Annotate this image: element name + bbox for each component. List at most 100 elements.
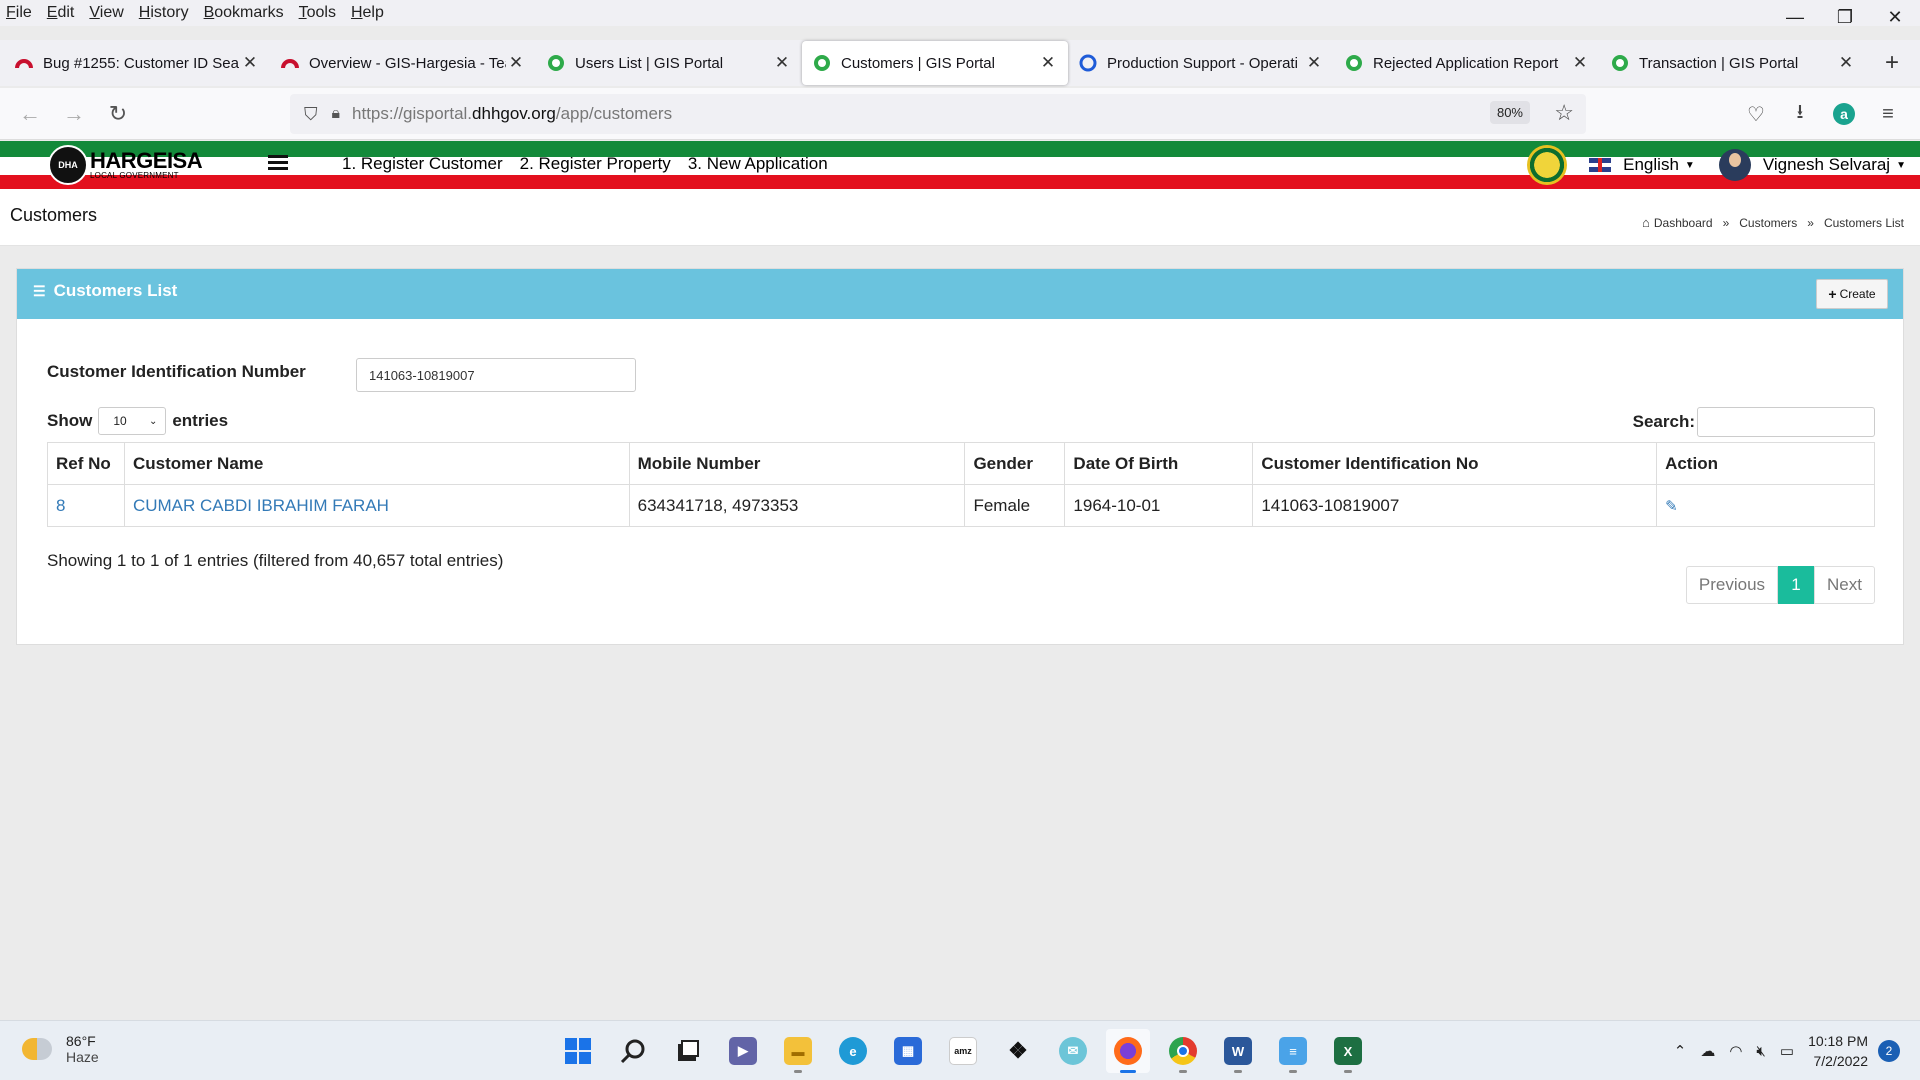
start-icon[interactable] [556,1029,600,1073]
close-tab-icon[interactable]: ✕ [1570,53,1590,73]
breadcrumb-customers[interactable]: Customers [1739,216,1797,230]
tab-title: Transaction | GIS Portal [1639,54,1799,72]
avatar[interactable] [1718,149,1751,181]
minimize-icon[interactable]: — [1770,0,1820,34]
zoom-level[interactable]: 80% [1489,101,1530,124]
tab-customers[interactable]: Customers | GIS Portal ✕ [802,41,1068,85]
search-icon[interactable] [611,1029,655,1073]
col-mobile-number[interactable]: Mobile Number [628,442,966,485]
mail-app-icon[interactable]: ✉ [1051,1029,1095,1073]
pocket-icon[interactable]: ♡ [1734,94,1778,134]
restore-icon[interactable]: ❐ [1820,0,1870,34]
menu-edit[interactable]: Edit [47,4,75,22]
tab-production-support[interactable]: Production Support - Operati ✕ [1068,41,1334,85]
logo-title: HARGEISA [90,148,203,173]
hargeisa-logo[interactable]: DHA HARGEISA LOCAL GOVERNMENT [48,145,203,185]
page-length-select[interactable]: 10 ⌄ [98,407,167,435]
menu-tools[interactable]: Tools [299,4,336,22]
close-tab-icon[interactable]: ✕ [1304,53,1324,73]
menu-file[interactable]: File [6,4,32,22]
language-dropdown[interactable]: English [1623,155,1679,175]
customers-table: Ref No Customer Name Mobile Number Gende… [47,442,1875,527]
edit-icon[interactable]: ✎ [1665,498,1678,515]
close-tab-icon[interactable]: ✕ [240,53,260,73]
back-icon[interactable]: ← [8,94,52,134]
bookmark-star-icon[interactable]: ☆ [1554,100,1574,126]
close-window-icon[interactable]: ✕ [1870,0,1920,34]
close-tab-icon[interactable]: ✕ [772,53,792,73]
search-label: Search: [1632,412,1695,431]
previous-button[interactable]: Previous [1685,566,1779,604]
nav-register-customer[interactable]: 1. Register Customer [342,154,503,174]
nav-new-application[interactable]: 3. New Application [688,154,828,174]
notification-badge[interactable]: 2 [1878,1040,1900,1062]
forward-icon[interactable]: → [52,94,96,134]
reload-icon[interactable]: ↻ [96,94,140,134]
download-icon[interactable]: ⭳ [1778,94,1822,134]
close-tab-icon[interactable]: ✕ [506,53,526,73]
caret-down-icon: ▼ [1896,159,1906,171]
gis-portal-icon [812,53,832,73]
next-button[interactable]: Next [1814,566,1875,604]
extension-icon[interactable]: a [1822,94,1866,134]
cell-customer-name[interactable]: CUMAR CABDI IBRAHIM FARAH [123,484,630,527]
firefox-icon[interactable] [1106,1029,1150,1073]
chrome-icon[interactable] [1161,1029,1205,1073]
close-tab-icon[interactable]: ✕ [1038,53,1058,73]
store-icon[interactable]: ▦ [886,1029,930,1073]
new-tab-icon[interactable]: + [1872,49,1912,77]
nav-register-property[interactable]: 2. Register Property [520,154,671,174]
battery-icon[interactable]: ▭ [1780,1042,1794,1060]
menu-history[interactable]: History [139,4,189,22]
notepad-icon[interactable]: ≡ [1271,1029,1315,1073]
url-bar[interactable]: ⛉ 🔒︎ https://gisportal. dhhgov.org/app/cu… [290,94,1586,134]
card-title-text: Customers List [53,281,178,300]
menu-help[interactable]: Help [351,4,384,22]
excel-icon[interactable]: X [1326,1029,1370,1073]
url-path: /app/customers [555,104,673,123]
menu-bookmarks[interactable]: Bookmarks [204,4,284,22]
word-icon[interactable]: W [1216,1029,1260,1073]
tab-transaction[interactable]: Transaction | GIS Portal ✕ [1600,41,1866,85]
lock-icon[interactable]: 🔒︎ [332,105,341,123]
onedrive-icon[interactable]: ☁ [1700,1042,1715,1060]
search-input[interactable] [1697,407,1875,437]
tab-bug-1255[interactable]: Bug #1255: Customer ID Searc ✕ [4,41,270,85]
dropbox-icon[interactable]: ❖ [996,1029,1040,1073]
tab-title: Production Support - Operati [1107,54,1298,72]
breadcrumb-customers-list: Customers List [1823,215,1904,230]
page-length-control: Show 10 ⌄ entries [47,407,228,435]
user-menu[interactable]: Vignesh Selvaraj [1763,155,1890,175]
task-view-icon[interactable] [666,1029,710,1073]
sidebar-toggle-icon[interactable] [268,155,288,173]
col-customer-name[interactable]: Customer Name [123,442,630,485]
chevron-up-icon[interactable]: ⌃ [1674,1042,1687,1060]
breadcrumb-dashboard[interactable]: Dashboard [1654,216,1713,230]
file-explorer-icon[interactable]: ▬ [776,1029,820,1073]
tab-users-list[interactable]: Users List | GIS Portal ✕ [536,41,802,85]
wifi-icon[interactable]: ◠ [1729,1042,1742,1060]
shield-icon[interactable]: ⛉ [304,104,318,125]
table-info: Showing 1 to 1 of 1 entries (filtered fr… [47,551,504,570]
card-header: ☰ Customers List + Create [17,269,1903,319]
volume-muted-icon[interactable]: 🔇︎ [1756,1043,1765,1060]
page-1-button[interactable]: 1 [1778,566,1815,604]
cid-input[interactable] [356,358,636,392]
edge-icon[interactable]: e [831,1029,875,1073]
clock[interactable]: 10:18 PM 7/2/2022 [1808,1031,1868,1071]
create-button[interactable]: + Create [1816,279,1888,309]
menu-view[interactable]: View [89,4,123,22]
col-ref-no[interactable]: Ref No [47,442,125,485]
col-customer-id-no[interactable]: Customer Identification No [1252,442,1658,485]
col-gender[interactable]: Gender [964,442,1066,485]
cell-ref-no[interactable]: 8 [47,484,125,527]
teams-chat-icon[interactable]: ▶ [721,1029,765,1073]
col-date-of-birth[interactable]: Date Of Birth [1064,442,1254,485]
amazon-icon[interactable]: amz [941,1029,985,1073]
tab-rejected-report[interactable]: Rejected Application Report ✕ [1334,41,1600,85]
tab-overview[interactable]: Overview - GIS-Hargesia - Tea ✕ [270,41,536,85]
weather-widget[interactable]: 86°F Haze [22,1033,99,1065]
breadcrumb-separator: » [1807,215,1814,230]
hamburger-menu-icon[interactable]: ≡ [1866,94,1910,134]
close-tab-icon[interactable]: ✕ [1836,53,1856,73]
